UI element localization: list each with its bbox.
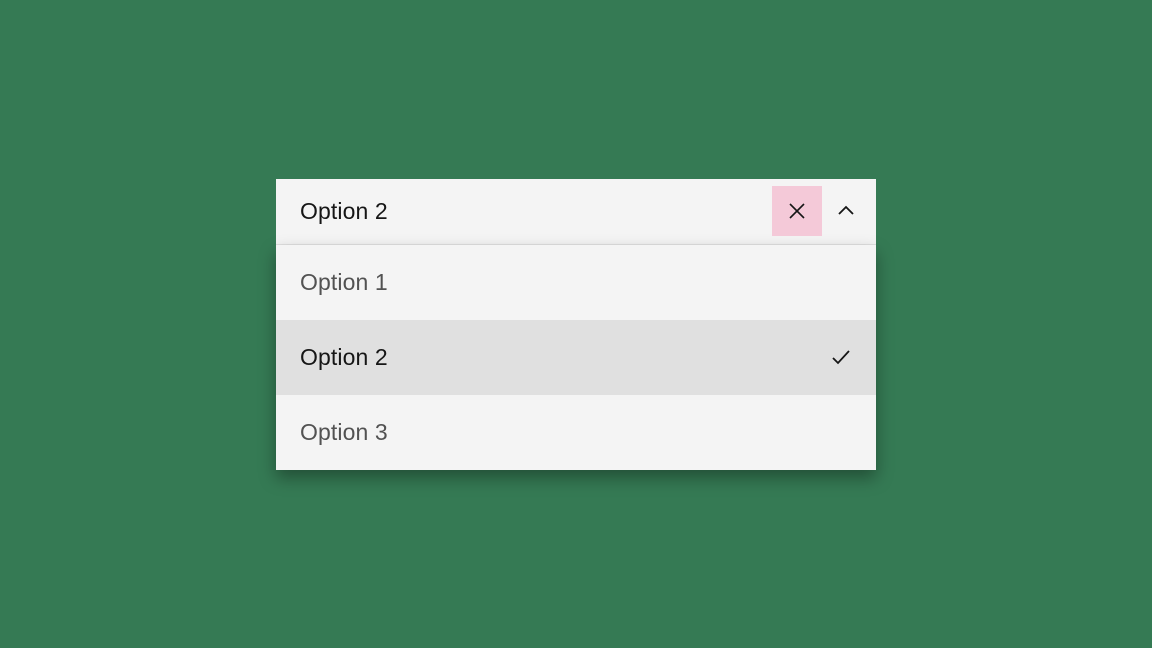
checkmark-icon: [830, 346, 852, 368]
dropdown-option[interactable]: Option 1: [276, 245, 876, 320]
close-icon: [785, 199, 809, 223]
dropdown-option[interactable]: Option 2: [276, 320, 876, 395]
dropdown-menu: Option 1 Option 2 Option 3: [276, 245, 876, 470]
dropdown-selected-value: Option 2: [300, 198, 388, 225]
dropdown: Option 2 Option 1: [276, 179, 876, 470]
toggle-button[interactable]: [826, 191, 866, 231]
dropdown-option[interactable]: Option 3: [276, 395, 876, 470]
dropdown-trigger-actions: [772, 186, 866, 236]
option-label: Option 1: [300, 269, 388, 296]
chevron-up-icon: [836, 201, 856, 221]
dropdown-trigger[interactable]: Option 2: [276, 179, 876, 245]
clear-button[interactable]: [772, 186, 822, 236]
option-label: Option 2: [300, 344, 388, 371]
option-label: Option 3: [300, 419, 388, 446]
